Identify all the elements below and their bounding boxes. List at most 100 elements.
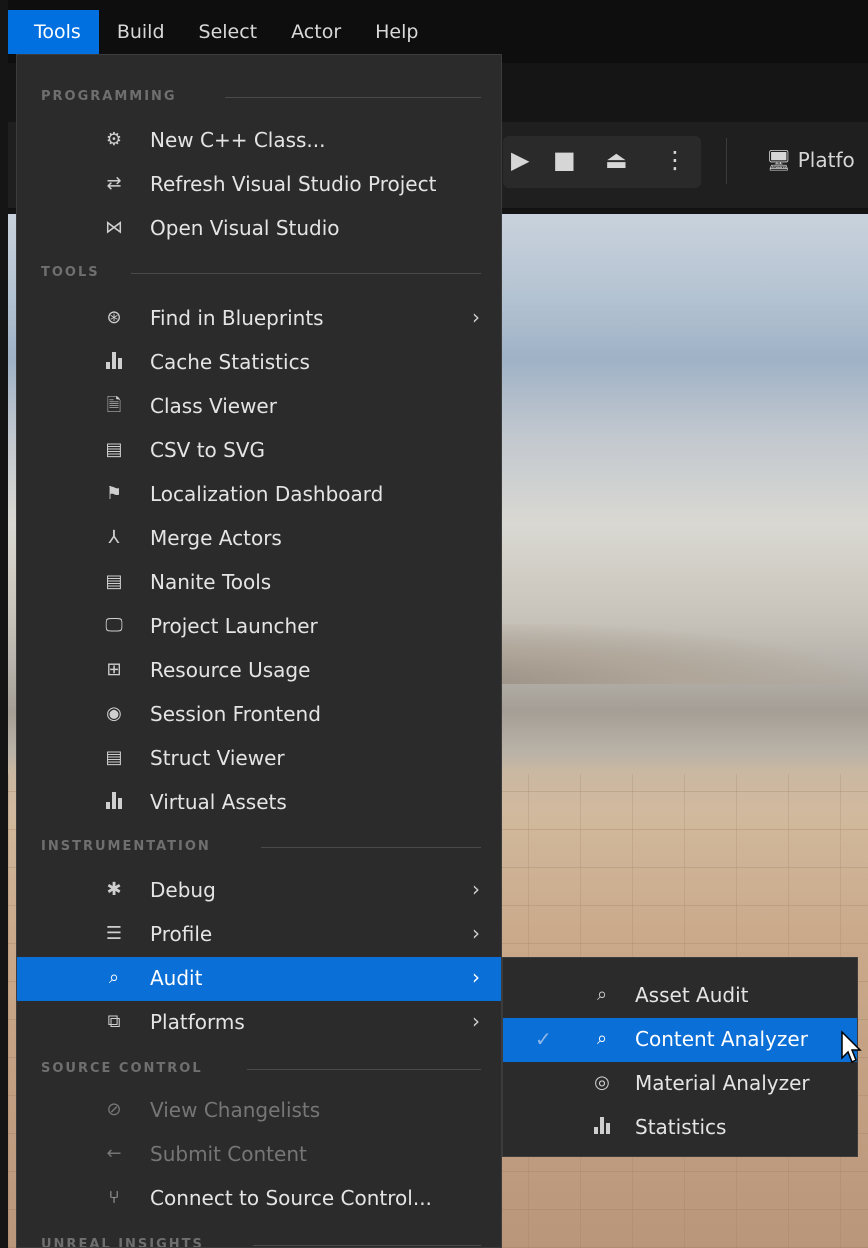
menu-item-merge-actors[interactable]: ⅄ Merge Actors [17,517,501,561]
menu-item-refresh-visual-studio[interactable]: ⇄ Refresh Visual Studio Project [17,163,501,207]
chevron-right-icon: › [472,1009,480,1033]
content-analyzer-icon: ⌕ [596,1028,608,1049]
merge-icon: ⅄ [108,527,120,548]
bar-chart-icon [103,791,125,813]
struct-icon: ▤ [105,747,123,768]
section-title: UNREAL INSIGHTS [41,1237,204,1248]
menu-item-label: Resource Usage [150,658,311,682]
menu-item-audit[interactable]: ⌕ Audit › [17,957,501,1001]
menu-item-submit-content: ← Submit Content [17,1133,501,1177]
submenu-item-label: Asset Audit [635,983,749,1007]
menu-item-project-launcher[interactable]: 🖵 Project Launcher [17,605,501,649]
checkmark-icon: ✓ [535,1027,552,1051]
menu-item-label: Nanite Tools [150,570,272,594]
menu-item-label: Audit [150,966,203,990]
section-unreal-insights: UNREAL INSIGHTS [17,1231,501,1248]
menu-item-label: Open Visual Studio [150,216,340,240]
menu-tools[interactable]: Tools [8,10,99,54]
section-divider [225,97,481,98]
bar-chart-icon [103,351,125,373]
submenu-item-label: Content Analyzer [635,1027,808,1051]
csv-svg-icon: ▤ [105,439,123,460]
chevron-right-icon: › [472,305,480,329]
section-title: PROGRAMMING [41,89,177,104]
platforms-button[interactable]: 🖥 Platfo [766,148,855,172]
tools-dropdown-menu: PROGRAMMING ⚙ New C++ Class... ⇄ Refresh… [16,54,502,1248]
submenu-item-statistics[interactable]: Statistics [503,1106,857,1150]
menu-item-label: Debug [150,878,216,902]
main-menu-bar: Tools Build Select Actor Help [8,10,434,54]
nanite-icon: ▤ [105,571,123,592]
submenu-item-material-analyzer[interactable]: ◎ Material Analyzer [503,1062,857,1106]
menu-item-connect-source-control[interactable]: ⑂ Connect to Source Control... [17,1177,501,1221]
menu-item-cache-statistics[interactable]: Cache Statistics [17,341,501,385]
menu-item-label: CSV to SVG [150,438,266,462]
menu-item-label: Virtual Assets [150,790,287,814]
menu-item-label: Connect to Source Control... [150,1186,432,1210]
play-icon[interactable]: ▶ [511,146,529,174]
more-options-icon[interactable]: ⋮ [663,146,687,174]
find-blueprints-icon: ⊛ [106,307,122,328]
section-instrumentation: INSTRUMENTATION [17,833,501,859]
section-source-control: SOURCE CONTROL [17,1055,501,1081]
eject-icon[interactable]: ⏏ [605,146,628,174]
menu-actor[interactable]: Actor [273,10,357,54]
submenu-item-label: Material Analyzer [635,1071,810,1095]
section-programming: PROGRAMMING [17,83,501,109]
launcher-icon: 🖵 [105,615,123,636]
menu-item-new-cpp-class[interactable]: ⚙ New C++ Class... [17,119,501,163]
menu-item-struct-viewer[interactable]: ▤ Struct Viewer [17,737,501,781]
menu-item-open-visual-studio[interactable]: ⋈ Open Visual Studio [17,207,501,251]
menu-item-label: Find in Blueprints [150,306,324,330]
menu-item-session-frontend[interactable]: ◉ Session Frontend [17,693,501,737]
menu-select[interactable]: Select [181,10,274,54]
chevron-right-icon: › [472,965,480,989]
refresh-project-icon: ⇄ [106,173,122,194]
submenu-item-asset-audit[interactable]: ⌕ Asset Audit [503,974,857,1018]
profile-bars-icon: ☰ [105,923,123,944]
menu-item-class-viewer[interactable]: 🗎 Class Viewer [17,385,501,429]
menu-item-label: View Changelists [150,1098,321,1122]
section-title: INSTRUMENTATION [41,839,211,854]
stop-icon[interactable]: ■ [553,146,576,174]
mouse-cursor-icon [841,1030,862,1064]
section-divider [261,847,481,848]
section-divider [253,1245,481,1246]
submenu-item-label: Statistics [635,1115,727,1139]
menu-item-debug[interactable]: ✱ Debug › [17,869,501,913]
material-analyzer-icon: ◎ [594,1072,610,1093]
section-title: SOURCE CONTROL [41,1061,203,1076]
arrow-left-icon: ← [106,1143,122,1164]
check-circle-icon: ⊘ [106,1099,122,1120]
menu-build[interactable]: Build [99,10,181,54]
submenu-item-content-analyzer[interactable]: ✓ ⌕ Content Analyzer [503,1018,857,1062]
menu-item-csv-to-svg[interactable]: ▤ CSV to SVG [17,429,501,473]
menu-item-find-in-blueprints[interactable]: ⊛ Find in Blueprints › [17,297,501,341]
section-tools: TOOLS [17,259,501,285]
cpp-class-icon: ⚙ [105,129,123,150]
section-divider [247,1069,481,1070]
visual-studio-icon: ⋈ [105,217,123,238]
menu-item-platforms[interactable]: ⧉ Platforms › [17,1001,501,1045]
menu-item-label: New C++ Class... [150,128,326,152]
menu-item-nanite-tools[interactable]: ▤ Nanite Tools [17,561,501,605]
platforms-label: Platfo [797,148,855,172]
flag-icon: ⚑ [105,483,123,504]
menu-item-localization-dashboard[interactable]: ⚑ Localization Dashboard [17,473,501,517]
menu-item-label: Submit Content [150,1142,307,1166]
menu-item-virtual-assets[interactable]: Virtual Assets [17,781,501,825]
audit-icon: ⌕ [108,967,120,988]
menu-item-label: Class Viewer [150,394,277,418]
play-controls: ▶ ■ ⏏ ⋮ [503,136,701,188]
menu-item-resource-usage[interactable]: ⊞ Resource Usage [17,649,501,693]
menu-item-label: Localization Dashboard [150,482,384,506]
toolbar-divider [726,138,727,184]
menu-item-profile[interactable]: ☰ Profile › [17,913,501,957]
menu-item-view-changelists: ⊘ View Changelists [17,1089,501,1133]
section-divider [131,273,481,274]
asset-audit-icon: ⌕ [596,984,608,1005]
platforms-icon: ⧉ [107,1011,121,1032]
menu-help[interactable]: Help [357,10,434,54]
section-title: TOOLS [41,265,100,280]
menu-item-label: Project Launcher [150,614,318,638]
